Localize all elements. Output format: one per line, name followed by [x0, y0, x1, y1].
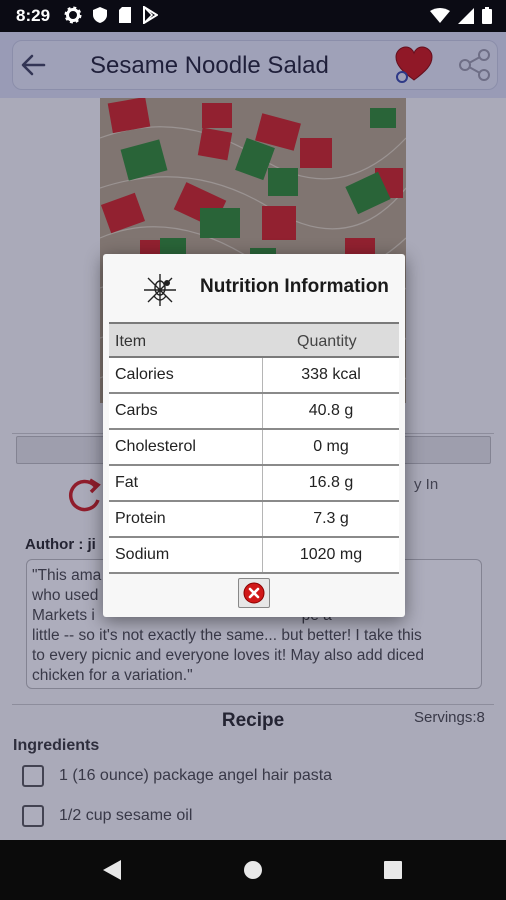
shield-icon	[93, 7, 107, 23]
nutrition-table: Item Quantity Calories 338 kcal Carbs 40…	[109, 322, 399, 574]
battery-icon	[482, 7, 492, 24]
table-row: Fat 16.8 g	[109, 466, 399, 502]
nav-back-icon[interactable]	[101, 858, 123, 882]
status-bar: 8:29	[0, 0, 506, 32]
nutrient-quantity: 1020 mg	[299, 546, 363, 563]
sd-card-icon	[119, 7, 131, 23]
status-right-icons	[430, 7, 492, 24]
wifi-icon	[430, 7, 450, 23]
nutrient-quantity: 40.8 g	[308, 402, 354, 419]
nutrient-name: Cholesterol	[115, 438, 196, 455]
nutrient-name: Calories	[115, 366, 174, 383]
nutrient-name: Carbs	[115, 402, 158, 419]
signal-icon	[458, 7, 474, 24]
table-row: Carbs 40.8 g	[109, 394, 399, 430]
nutrient-name: Fat	[115, 474, 139, 491]
nutrient-name: Sodium	[115, 546, 170, 563]
column-header-item: Item	[115, 333, 147, 350]
nav-recents-icon[interactable]	[384, 861, 402, 879]
status-left-icons	[64, 6, 158, 24]
nutrient-quantity: 7.3 g	[313, 510, 349, 527]
nutrition-logo-icon	[144, 274, 176, 306]
system-nav-bar	[0, 840, 506, 900]
nutrient-quantity: 16.8 g	[308, 474, 354, 491]
nutrient-quantity: 0 mg	[313, 438, 349, 455]
nutrient-quantity: 338 kcal	[301, 366, 361, 383]
nutrient-name: Protein	[115, 510, 166, 527]
nav-home-icon[interactable]	[244, 861, 262, 879]
table-header: Item Quantity	[109, 322, 399, 358]
dialog-title: Nutrition Information	[200, 276, 389, 297]
table-row: Cholesterol 0 mg	[109, 430, 399, 466]
gear-icon	[64, 6, 82, 24]
close-button[interactable]	[238, 578, 270, 608]
table-row: Protein 7.3 g	[109, 502, 399, 538]
table-row: Calories 338 kcal	[109, 358, 399, 394]
column-header-quantity: Quantity	[297, 333, 357, 350]
close-icon	[243, 582, 265, 604]
status-time: 8:29	[16, 6, 51, 25]
nutrition-dialog: Nutrition Information Item Quantity Calo…	[103, 254, 405, 617]
table-row: Sodium 1020 mg	[109, 538, 399, 574]
play-store-icon	[143, 6, 158, 24]
